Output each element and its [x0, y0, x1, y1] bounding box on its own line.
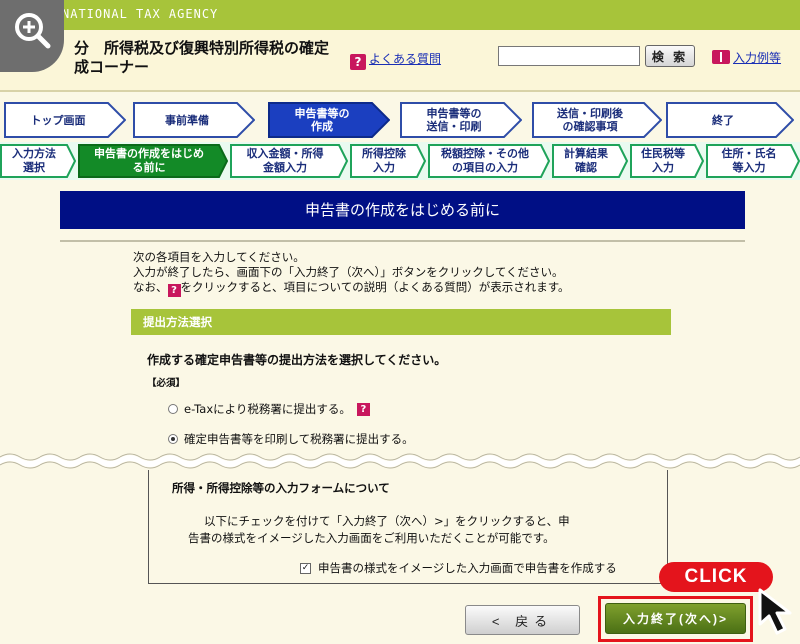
submission-method-section: 提出方法選択	[131, 309, 671, 335]
step-label: 申告書等の 送信・印刷	[426, 107, 482, 133]
substep-label: 住民税等 入力	[641, 147, 685, 174]
substep-6: 計算結果 確認	[552, 144, 628, 178]
title-line-2: 成コーナー	[74, 58, 150, 76]
input-form-description-line-2: 告書の様式をイメージした入力画面をご利用いただくことが可能です。	[188, 531, 555, 545]
substep-label: 収入金額・所得 金額入力	[246, 147, 324, 174]
step-1: トップ画面	[4, 102, 126, 138]
question-icon: ?	[167, 284, 181, 297]
finish-input-next-button[interactable]: 入力終了(次へ)>	[605, 603, 746, 634]
step-label: 申告書等の 作成	[294, 107, 350, 133]
page-title: 分 所得税及び復興特別所得税の確定 成コーナー	[74, 39, 329, 77]
option-print[interactable]: 確定申告書等を印刷して税務署に提出する。	[168, 431, 414, 447]
step-6: 終了	[666, 102, 794, 138]
substep-1: 入力方法 選択	[0, 144, 76, 178]
step-5: 送信・印刷後 の確認事項	[532, 102, 662, 138]
step-label: 終了	[712, 113, 734, 127]
step-label: トップ画面	[30, 113, 86, 127]
etax-label[interactable]: e-Taxにより税務署に提出する。	[184, 401, 351, 417]
step-3: 申告書等の 作成	[268, 102, 390, 138]
option-etax[interactable]: e-Taxにより税務署に提出する。 ?	[168, 401, 370, 417]
input-example-link[interactable]: 入力例等	[712, 49, 781, 66]
section-heading: 申告書の作成をはじめる前に	[60, 191, 745, 229]
zoom-in-icon[interactable]	[12, 10, 52, 50]
main-steps: トップ画面 事前準備 申告書等の 作成 申告書等の 送信・印刷 送信・印刷後 の確認事項…	[0, 102, 800, 140]
print-radio[interactable]	[168, 434, 178, 444]
instruction-line-3-end: をクリックすると、項目についての説明（よくある質問）が表示されます。	[180, 280, 570, 294]
input-example-label: 入力例等	[733, 51, 782, 65]
substep-3: 収入金額・所得 金額入力	[230, 144, 348, 178]
step-4: 申告書等の 送信・印刷	[400, 102, 522, 138]
header: 分 所得税及び復興特別所得税の確定 成コーナー ? よくある質問 検 索 入力例等	[0, 30, 800, 92]
etax-radio[interactable]	[168, 404, 178, 414]
form-image-checkbox-label[interactable]: 申告書の様式をイメージした入力画面で申告書を作成する	[318, 560, 617, 576]
input-form-description: 以下にチェックを付けて「入力終了（次へ）>」をクリックすると、申 告書の様式をイ…	[188, 513, 570, 547]
faq-link[interactable]: ? よくある質問	[350, 50, 441, 70]
search-button[interactable]: 検 索	[645, 45, 695, 67]
substep-2: 申告書の作成をはじめ る前に	[78, 144, 228, 178]
step-label: 送信・印刷後 の確認事項	[557, 107, 623, 133]
substep-8: 住所・氏名 等入力	[706, 144, 800, 178]
substep-label: 住所・氏名 等入力	[721, 147, 777, 174]
zoom-badge[interactable]	[0, 0, 64, 72]
substep-label: 所得控除 入力	[362, 147, 406, 174]
etax-help-icon[interactable]: ?	[356, 402, 370, 416]
instructions: 次の各項目を入力してください。 入力が終了したら、画面下の「入力終了（次へ）」ボ…	[133, 250, 570, 297]
agency-bar: NATIONAL TAX AGENCY	[0, 0, 800, 30]
click-annotation: CLICK	[659, 562, 773, 592]
print-label[interactable]: 確定申告書等を印刷して税務署に提出する。	[184, 431, 414, 447]
question-icon: ?	[350, 54, 366, 70]
substep-label: 入力方法 選択	[12, 147, 56, 174]
required-label: 【必須】	[147, 378, 186, 389]
input-form-title: 所得・所得控除等の入力フォームについて	[172, 481, 390, 495]
faq-label: よくある質問	[369, 52, 442, 66]
substep-5: 税額控除・その他 の項目の入力	[428, 144, 550, 178]
form-image-checkbox-row[interactable]: ✓ 申告書の様式をイメージした入力画面で申告書を作成する	[300, 560, 617, 576]
submission-question: 作成する確定申告書等の提出方法を選択してください。	[147, 353, 447, 367]
substep-label: 計算結果 確認	[564, 147, 608, 174]
input-form-description-line-1: 以下にチェックを付けて「入力終了（次へ）>」をクリックすると、申	[204, 514, 570, 528]
substep-4: 所得控除 入力	[350, 144, 426, 178]
instruction-line-1: 次の各項目を入力してください。	[133, 250, 305, 264]
step-label: 事前準備	[165, 113, 209, 127]
book-icon	[712, 50, 730, 64]
mouse-cursor-icon	[758, 588, 792, 635]
back-button[interactable]: < 戻る	[465, 605, 580, 635]
agency-name: NATIONAL TAX AGENCY	[62, 7, 219, 21]
instruction-line-2: 入力が終了したら、画面下の「入力終了（次へ）」ボタンをクリックしてください。	[133, 265, 564, 279]
sub-steps: 入力方法 選択 申告書の作成をはじめ る前に 収入金額・所得 金額入力 所得控除 入力…	[0, 142, 800, 180]
instruction-line-3-start: なお、	[133, 280, 168, 294]
title-line-1: 分 所得税及び復興特別所得税の確定	[74, 39, 330, 57]
step-2: 事前準備	[133, 102, 255, 138]
form-image-checkbox[interactable]: ✓	[300, 562, 311, 574]
search-input[interactable]	[498, 46, 640, 66]
substep-label: 申告書の作成をはじめ る前に	[94, 147, 204, 174]
substep-7: 住民税等 入力	[630, 144, 704, 178]
heading-divider	[60, 240, 745, 242]
instruction-line-3: なお、? をクリックすると、項目についての説明（よくある質問）が表示されます。	[133, 280, 570, 297]
substep-label: 税額控除・その他 の項目の入力	[441, 147, 529, 174]
